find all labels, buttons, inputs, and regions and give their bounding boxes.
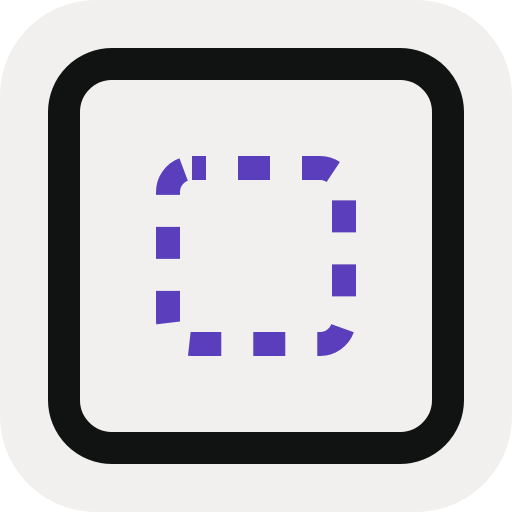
outer-frame: [48, 48, 464, 464]
app-icon: [0, 0, 512, 512]
selection-frame-icon: [0, 0, 512, 512]
